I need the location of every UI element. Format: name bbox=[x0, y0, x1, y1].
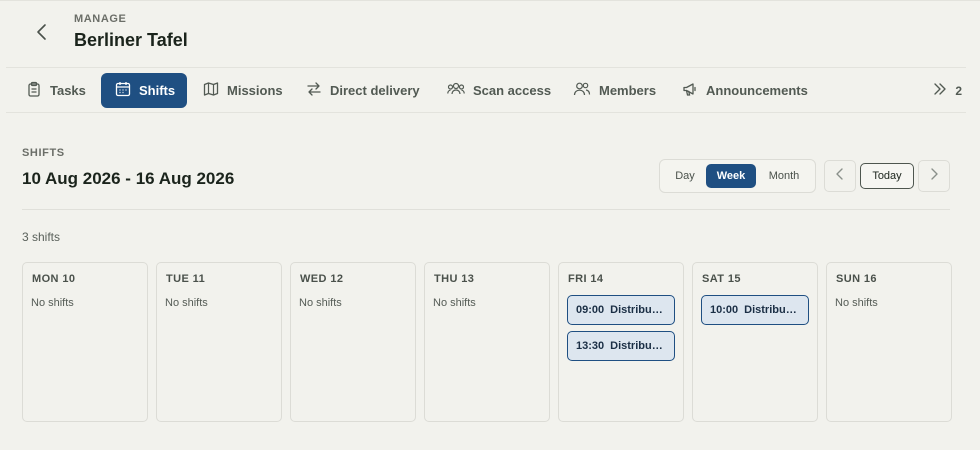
day-heading: WED 12 bbox=[300, 273, 344, 285]
tab-label: Direct delivery bbox=[330, 83, 420, 98]
shift-name: Distribut… bbox=[610, 340, 666, 352]
megaphone-icon bbox=[682, 81, 698, 100]
day-heading: SAT 15 bbox=[702, 273, 741, 285]
back-button[interactable] bbox=[22, 18, 62, 50]
day-column: SUN 16 No shifts bbox=[826, 262, 952, 422]
previous-week-button[interactable] bbox=[824, 160, 856, 192]
day-heading: THU 13 bbox=[434, 273, 475, 285]
shift-count: 3 shifts bbox=[22, 230, 61, 244]
page-title: Berliner Tafel bbox=[74, 30, 188, 50]
shift-name: Distribut… bbox=[744, 304, 800, 316]
tab-members[interactable]: Members bbox=[559, 73, 668, 108]
calendar-icon bbox=[115, 81, 131, 100]
shift-time: 10:00 bbox=[710, 304, 739, 316]
day-heading: MON 10 bbox=[32, 273, 76, 285]
date-range-title: 10 Aug 2026 - 16 Aug 2026 bbox=[22, 169, 235, 188]
page-eyebrow: MANAGE bbox=[74, 13, 127, 25]
day-column: THU 13 No shifts bbox=[424, 262, 550, 422]
no-shifts-text: No shifts bbox=[31, 297, 74, 309]
tab-label: Missions bbox=[227, 83, 283, 98]
no-shifts-text: No shifts bbox=[165, 297, 208, 309]
day-column: WED 12 No shifts bbox=[290, 262, 416, 422]
chevron-right-icon bbox=[929, 167, 939, 186]
shift-time: 13:30 bbox=[576, 340, 605, 352]
day-column: FRI 14 09:00 Distribut… 13:30 Distribut… bbox=[558, 262, 684, 422]
tab-tasks[interactable]: Tasks bbox=[12, 73, 98, 108]
next-week-button[interactable] bbox=[918, 160, 950, 192]
section-divider bbox=[22, 209, 950, 210]
tab-label: Members bbox=[599, 83, 657, 98]
day-heading: TUE 11 bbox=[166, 273, 206, 285]
view-month-button[interactable]: Month bbox=[760, 164, 808, 188]
view-switcher: Day Week Month bbox=[659, 159, 816, 193]
chevron-left-icon bbox=[835, 167, 845, 186]
no-shifts-text: No shifts bbox=[299, 297, 342, 309]
shift-chip[interactable]: 13:30 Distribut… bbox=[567, 331, 675, 361]
day-column: TUE 11 No shifts bbox=[156, 262, 282, 422]
shift-chip[interactable]: 09:00 Distribut… bbox=[567, 295, 675, 325]
chevron-left-icon bbox=[35, 23, 49, 46]
tab-scan-access[interactable]: Scan access bbox=[433, 73, 563, 108]
tab-label: Scan access bbox=[473, 83, 552, 98]
section-label: SHIFTS bbox=[22, 147, 65, 159]
view-day-button[interactable]: Day bbox=[666, 164, 704, 188]
more-tabs-button[interactable]: 2 bbox=[933, 73, 962, 108]
tab-direct-delivery[interactable]: Direct delivery bbox=[292, 73, 432, 108]
tab-label: Shifts bbox=[139, 83, 176, 98]
day-column: MON 10 No shifts bbox=[22, 262, 148, 422]
double-chevron-right-icon bbox=[933, 82, 947, 99]
users-icon bbox=[573, 81, 591, 100]
tab-missions[interactable]: Missions bbox=[189, 73, 295, 108]
tab-announcements[interactable]: Announcements bbox=[668, 73, 820, 108]
people-group-icon bbox=[447, 81, 465, 100]
day-column: SAT 15 10:00 Distribut… bbox=[692, 262, 818, 422]
shift-name: Distribut… bbox=[610, 304, 666, 316]
day-heading: FRI 14 bbox=[568, 273, 604, 285]
clipboard-icon bbox=[26, 81, 42, 100]
shift-time: 09:00 bbox=[576, 304, 605, 316]
map-icon bbox=[203, 81, 219, 100]
no-shifts-text: No shifts bbox=[835, 297, 878, 309]
top-border bbox=[0, 0, 980, 1]
tab-shifts[interactable]: Shifts bbox=[101, 73, 188, 108]
tab-label: Tasks bbox=[50, 83, 86, 98]
today-button[interactable]: Today bbox=[860, 163, 914, 189]
tab-label: Announcements bbox=[706, 83, 808, 98]
more-tabs-count: 2 bbox=[955, 83, 962, 98]
shift-chip[interactable]: 10:00 Distribut… bbox=[701, 295, 809, 325]
swap-arrows-icon bbox=[306, 81, 322, 100]
tab-bar: Tasks Shifts Missions Direct delivery Sc… bbox=[6, 67, 966, 113]
day-heading: SUN 16 bbox=[836, 273, 877, 285]
no-shifts-text: No shifts bbox=[433, 297, 476, 309]
view-week-button[interactable]: Week bbox=[706, 164, 756, 188]
